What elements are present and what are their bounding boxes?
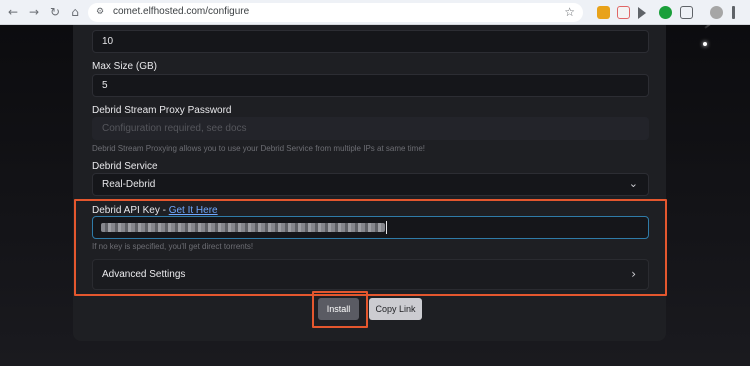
- home-icon[interactable]: ⌂: [68, 5, 82, 19]
- debrid-service-value: Real-Debrid: [102, 179, 156, 190]
- api-key-input[interactable]: [92, 216, 649, 239]
- debrid-service-select[interactable]: Real-Debrid ⌄: [92, 173, 649, 196]
- api-key-label-text: Debrid API Key -: [92, 205, 169, 216]
- extension-icon[interactable]: [659, 6, 672, 19]
- star-decoration: [703, 42, 707, 46]
- chevron-right-icon: ›: [631, 267, 636, 281]
- browser-toolbar: ← → ↻ ⌂ ⚙ comet.elfhosted.com/configure …: [0, 0, 750, 25]
- api-key-hint: If no key is specified, you'll get direc…: [92, 242, 254, 251]
- shooting-star-decoration: [704, 25, 728, 29]
- site-info-icon[interactable]: ⚙: [96, 7, 106, 17]
- chevron-down-icon: ⌄: [628, 177, 638, 190]
- proxy-password-field[interactable]: Configuration required, see docs: [92, 117, 649, 140]
- address-bar[interactable]: ⚙ comet.elfhosted.com/configure ☆: [88, 3, 583, 22]
- extension-icon[interactable]: [597, 6, 610, 19]
- max-size-value: 5: [102, 80, 108, 91]
- advanced-settings-toggle[interactable]: Advanced Settings ›: [92, 259, 649, 290]
- top-number-value: 10: [102, 36, 114, 47]
- api-key-label: Debrid API Key - Get It Here: [92, 205, 218, 216]
- back-icon[interactable]: ←: [6, 5, 20, 19]
- debrid-service-label: Debrid Service: [92, 161, 158, 172]
- max-size-field[interactable]: 5: [92, 74, 649, 97]
- extension-icon[interactable]: [617, 6, 630, 19]
- text-cursor: [386, 221, 387, 234]
- bookmark-star-icon[interactable]: ☆: [564, 5, 575, 19]
- reload-icon[interactable]: ↻: [48, 5, 62, 19]
- max-size-label: Max Size (GB): [92, 61, 158, 72]
- extensions-puzzle-icon[interactable]: [680, 6, 693, 19]
- kebab-menu-icon[interactable]: [732, 6, 735, 19]
- proxy-password-placeholder: Configuration required, see docs: [102, 123, 247, 134]
- api-key-masked-value: [101, 223, 385, 232]
- top-number-field[interactable]: 10: [92, 30, 649, 53]
- install-button[interactable]: Install: [318, 298, 359, 320]
- profile-avatar[interactable]: [710, 6, 723, 19]
- advanced-settings-label: Advanced Settings: [102, 269, 186, 280]
- page-background: 10 Max Size (GB) 5 Debrid Stream Proxy P…: [0, 25, 750, 366]
- forward-icon[interactable]: →: [27, 5, 41, 19]
- get-it-here-link[interactable]: Get It Here: [169, 205, 218, 216]
- proxy-hint: Debrid Stream Proxying allows you to use…: [92, 144, 426, 153]
- play-extension-icon[interactable]: [638, 7, 646, 19]
- proxy-password-label: Debrid Stream Proxy Password: [92, 105, 232, 116]
- address-url[interactable]: comet.elfhosted.com/configure: [113, 6, 249, 17]
- copy-link-button[interactable]: Copy Link: [369, 298, 422, 320]
